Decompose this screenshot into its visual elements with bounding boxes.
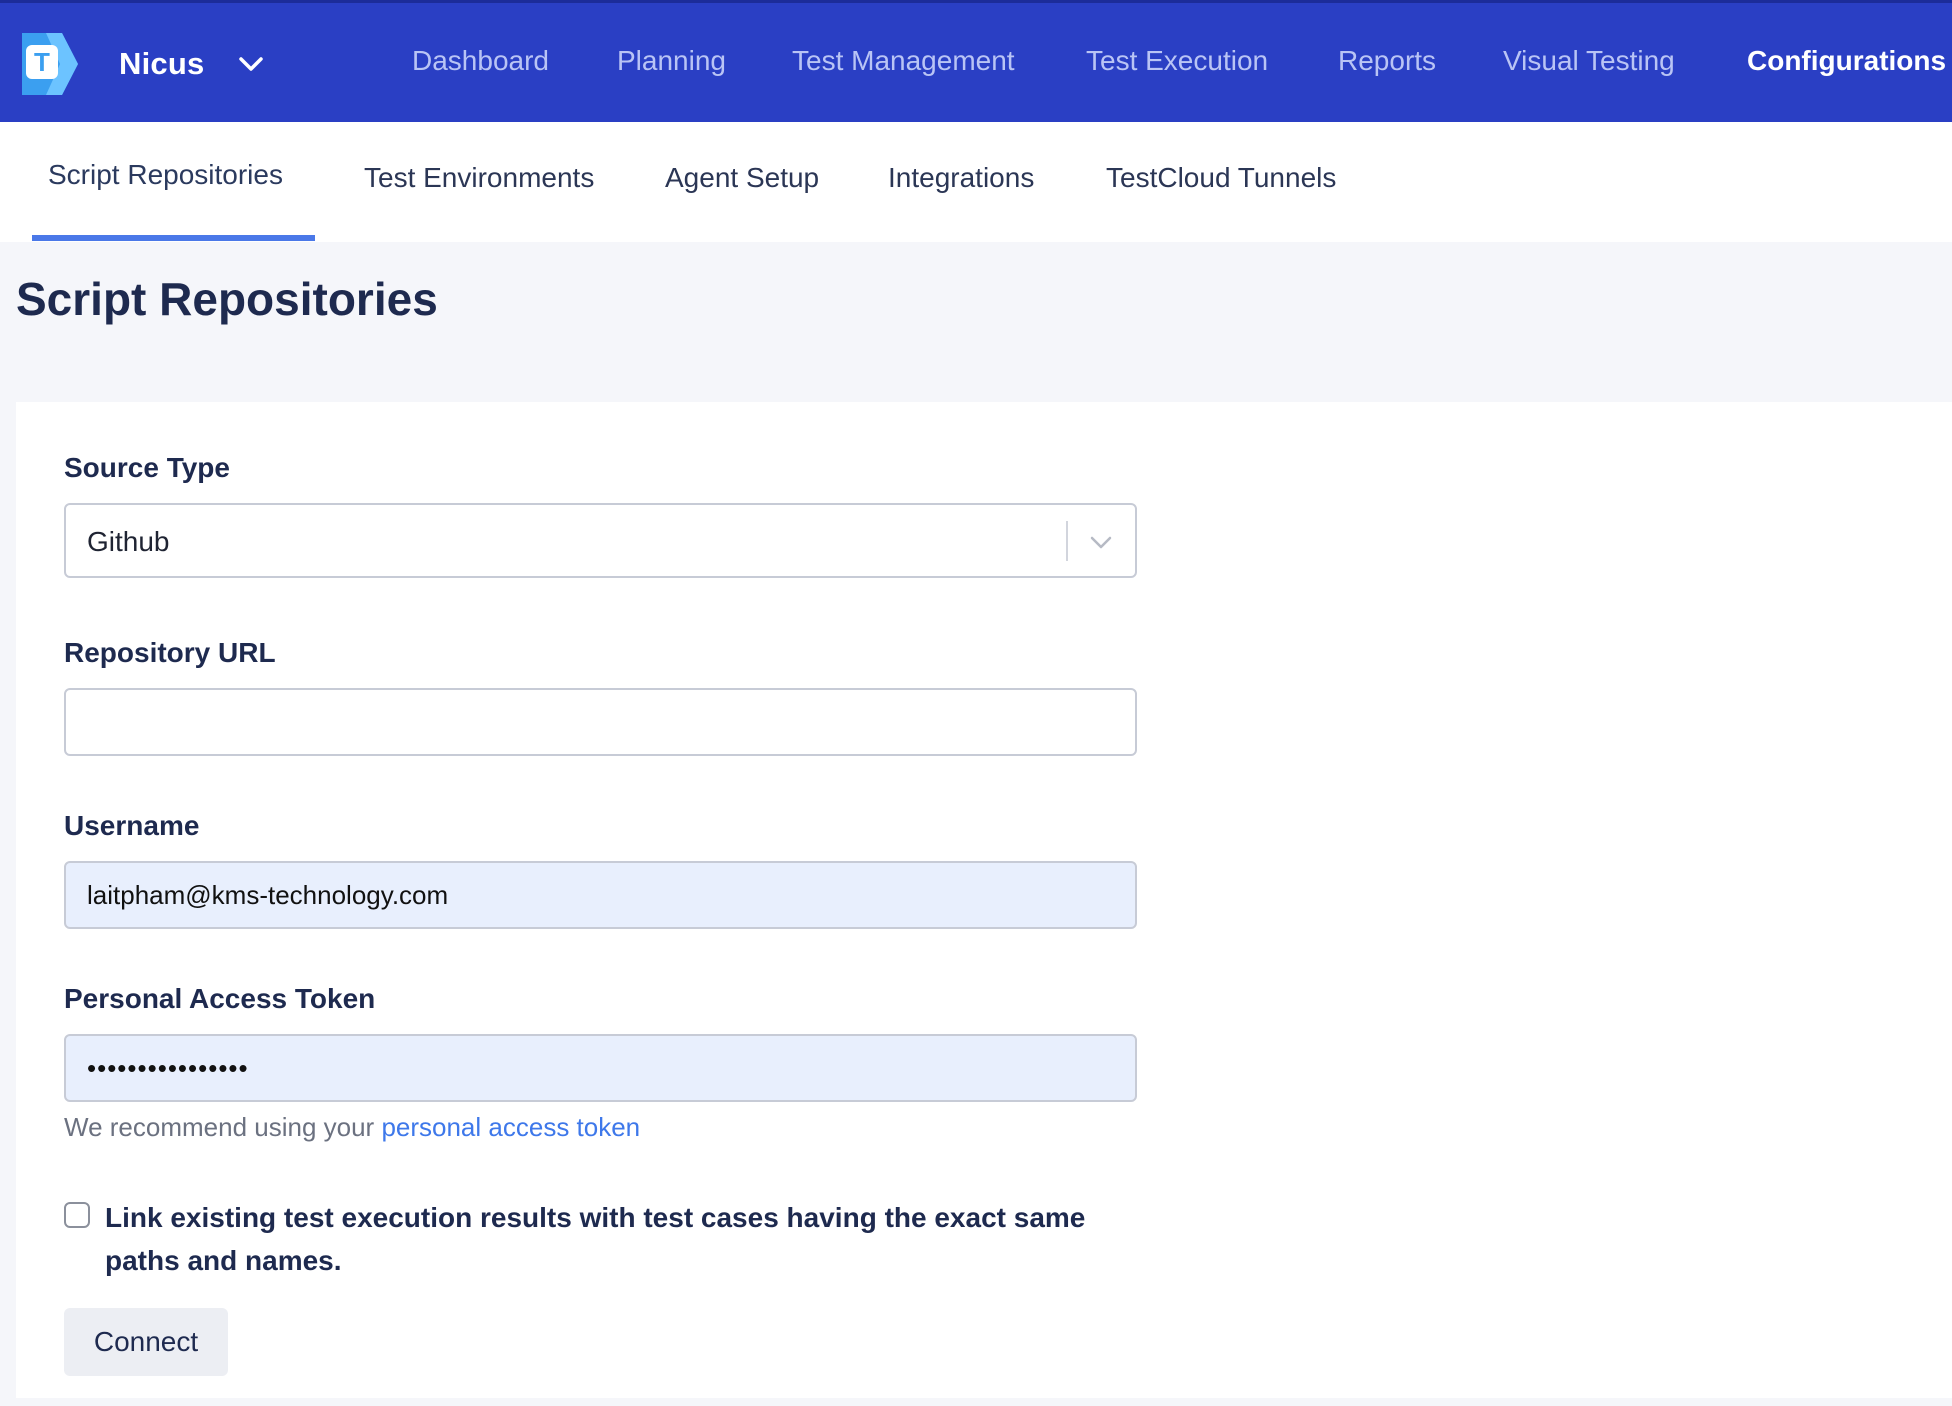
- chevron-down-icon: [1090, 536, 1112, 549]
- nav-test-execution[interactable]: Test Execution: [1086, 45, 1268, 77]
- nav-test-management[interactable]: Test Management: [792, 45, 1015, 77]
- personal-access-token-label: Personal Access Token: [64, 983, 376, 1014]
- active-tab-indicator: [32, 235, 315, 241]
- nav-planning[interactable]: Planning: [617, 45, 726, 77]
- workspace-switcher[interactable]: Nicus: [119, 43, 264, 85]
- source-type-label: Source Type: [64, 452, 230, 483]
- personal-access-token-link[interactable]: personal access token: [381, 1112, 640, 1142]
- connect-button[interactable]: Connect: [64, 1308, 228, 1376]
- nav-reports[interactable]: Reports: [1338, 45, 1436, 77]
- repository-url-label: Repository URL: [64, 637, 276, 668]
- tab-testcloud-tunnels[interactable]: TestCloud Tunnels: [1106, 162, 1336, 194]
- tab-test-environments[interactable]: Test Environments: [364, 162, 594, 194]
- workspace-name: Nicus: [119, 46, 205, 81]
- link-results-checkbox[interactable]: [64, 1202, 90, 1228]
- personal-access-token-input[interactable]: [64, 1034, 1137, 1102]
- logo-letter: T: [34, 47, 50, 77]
- tab-script-repositories[interactable]: Script Repositories: [48, 159, 283, 191]
- top-navbar: T Nicus Dashboard Planning Test Manageme…: [0, 0, 1952, 122]
- nav-configurations[interactable]: Configurations: [1747, 45, 1946, 77]
- token-hint: We recommend using your personal access …: [64, 1112, 640, 1143]
- select-divider: [1066, 521, 1068, 561]
- chevron-down-icon: [239, 57, 264, 71]
- token-hint-text: We recommend using your: [64, 1112, 382, 1142]
- username-label: Username: [64, 810, 200, 841]
- nav-visual-testing[interactable]: Visual Testing: [1503, 45, 1675, 77]
- username-input[interactable]: [64, 861, 1137, 929]
- nav-dashboard[interactable]: Dashboard: [412, 45, 549, 77]
- configuration-tabs: Script Repositories Test Environments Ag…: [0, 122, 1952, 242]
- repository-url-input[interactable]: [64, 688, 1137, 756]
- page-title: Script Repositories: [16, 273, 438, 325]
- repository-form-card: Source Type Github Repository URL Userna…: [16, 402, 1952, 1398]
- app-logo-icon[interactable]: T: [16, 33, 78, 95]
- source-type-select[interactable]: Github: [64, 503, 1137, 578]
- link-results-label[interactable]: Link existing test execution results wit…: [105, 1196, 1125, 1282]
- tab-integrations[interactable]: Integrations: [888, 162, 1034, 194]
- source-type-value: Github: [87, 526, 170, 557]
- tab-agent-setup[interactable]: Agent Setup: [665, 162, 819, 194]
